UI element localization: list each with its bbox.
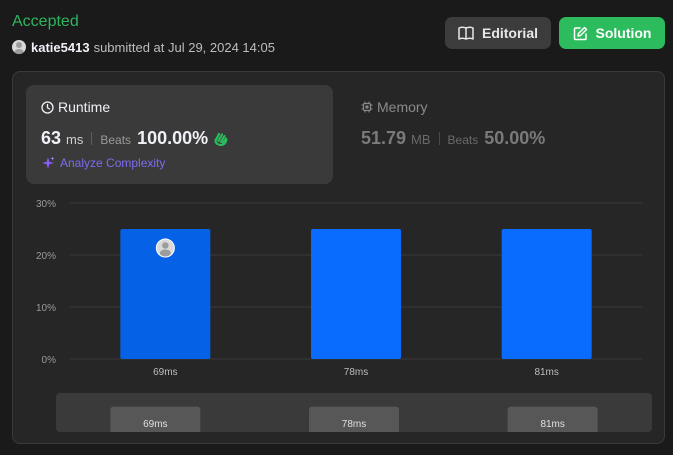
x-tick-label: 81ms — [534, 367, 558, 378]
book-icon — [458, 26, 474, 40]
solution-label: Solution — [595, 25, 652, 41]
avatar-marker-head — [162, 242, 169, 249]
editorial-label: Editorial — [481, 25, 538, 41]
submission-info: katie5413 submitted at Jul 29, 2024 14:0… — [12, 38, 275, 56]
y-tick-label: 30% — [36, 199, 56, 210]
chart-range-selector[interactable]: 69ms 78ms 81ms — [56, 393, 652, 432]
chart-bar[interactable] — [311, 229, 401, 359]
username-link[interactable]: katie5413 — [31, 40, 90, 55]
submitted-time: submitted at Jul 29, 2024 14:05 — [93, 39, 275, 55]
user-avatar[interactable] — [12, 40, 26, 54]
x-tick-label: 69ms — [153, 367, 177, 378]
y-tick-label: 0% — [42, 355, 57, 366]
runtime-distribution-chart: 0% 10% 20% 30% 69ms 78ms 81ms — [36, 199, 642, 378]
mini-chart: 69ms 78ms 81ms — [110, 406, 598, 432]
editorial-button[interactable]: Editorial — [445, 17, 551, 49]
chart-bar[interactable] — [501, 229, 592, 359]
mini-bar-label: 69ms — [143, 419, 167, 430]
result-panel: Runtime 63 ms Beats 100.00% Analyze Comp… — [12, 71, 665, 444]
solution-button[interactable]: Solution — [559, 17, 665, 49]
mini-bar-label: 78ms — [342, 419, 366, 430]
status-accepted: Accepted — [12, 13, 79, 30]
mini-bar-label: 81ms — [540, 419, 564, 430]
edit-icon — [573, 26, 587, 40]
y-tick-label: 20% — [36, 251, 56, 262]
y-tick-label: 10% — [36, 303, 56, 314]
avatar-marker-body — [159, 249, 171, 257]
x-tick-label: 78ms — [344, 367, 368, 378]
